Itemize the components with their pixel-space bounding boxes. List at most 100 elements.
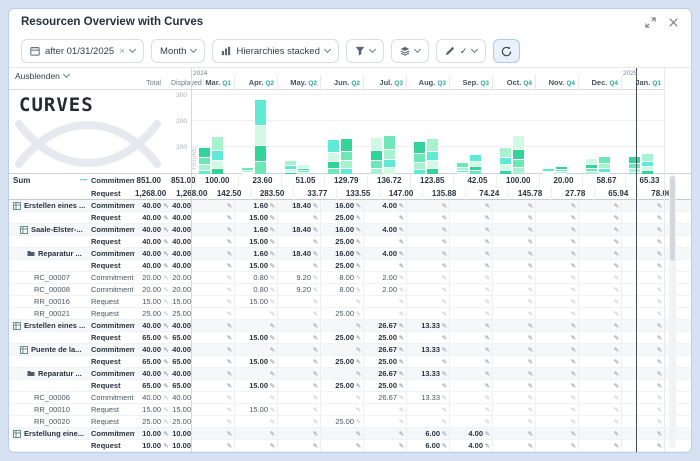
- month-cell[interactable]: ✎: [621, 236, 664, 247]
- pencil-icon[interactable]: ✎: [354, 202, 363, 210]
- pencil-icon[interactable]: ✎: [397, 262, 406, 270]
- displayed-cell[interactable]: 25.00: [171, 309, 191, 318]
- pencil-icon[interactable]: ✎: [397, 214, 406, 222]
- pencil-icon[interactable]: ✎: [526, 262, 535, 270]
- pencil-icon[interactable]: ✎: [569, 310, 578, 318]
- pencil-icon[interactable]: ✎: [655, 274, 664, 282]
- pencil-icon[interactable]: ✎: [526, 250, 535, 258]
- month-cell[interactable]: 13.33✎: [406, 344, 449, 355]
- pencil-icon[interactable]: ✎: [354, 442, 363, 450]
- month-cell[interactable]: ✎: [621, 260, 664, 271]
- pencil-icon[interactable]: ✎: [655, 418, 664, 426]
- pencil-icon[interactable]: ✎: [397, 286, 406, 294]
- pencil-icon[interactable]: ✎: [163, 239, 168, 246]
- month-cell[interactable]: ✎: [320, 428, 363, 439]
- pencil-icon[interactable]: ✎: [612, 250, 621, 258]
- pencil-icon[interactable]: ✎: [397, 298, 406, 306]
- month-cell[interactable]: 26.67✎: [363, 344, 406, 355]
- month-cell[interactable]: 18.40✎: [277, 224, 320, 235]
- pencil-icon[interactable]: ✎: [440, 274, 449, 282]
- pencil-icon[interactable]: ✎: [655, 298, 664, 306]
- pencil-icon[interactable]: ✎: [526, 406, 535, 414]
- month-cell[interactable]: ✎: [535, 320, 578, 331]
- row-label[interactable]: RR_00021: [9, 309, 91, 318]
- pencil-icon[interactable]: ✎: [440, 322, 449, 330]
- month-cell[interactable]: ✎: [449, 404, 492, 415]
- pencil-icon[interactable]: ✎: [397, 334, 406, 342]
- month-cell[interactable]: ✎: [191, 308, 234, 319]
- expand-icon[interactable]: [645, 17, 656, 28]
- pencil-icon[interactable]: ✎: [526, 334, 535, 342]
- displayed-cell[interactable]: 15.00: [171, 405, 191, 414]
- month-cell[interactable]: ✎: [277, 428, 320, 439]
- month-cell[interactable]: ✎: [320, 368, 363, 379]
- month-cell[interactable]: ✎: [535, 200, 578, 211]
- pencil-icon[interactable]: ✎: [440, 334, 449, 342]
- pencil-icon[interactable]: ✎: [311, 250, 320, 258]
- pencil-icon[interactable]: ✎: [440, 286, 449, 294]
- month-cell[interactable]: ✎: [320, 296, 363, 307]
- pencil-icon[interactable]: ✎: [311, 226, 320, 234]
- pencil-icon[interactable]: ✎: [483, 214, 492, 222]
- month-cell[interactable]: 25.00✎: [320, 356, 363, 367]
- pencil-icon[interactable]: ✎: [483, 226, 492, 234]
- pencil-icon[interactable]: ✎: [268, 226, 277, 234]
- month-cell[interactable]: ✎: [535, 224, 578, 235]
- pencil-icon[interactable]: ✎: [483, 346, 492, 354]
- pencil-icon[interactable]: ✎: [268, 418, 277, 426]
- pencil-icon[interactable]: ✎: [397, 274, 406, 282]
- pencil-icon[interactable]: ✎: [354, 382, 363, 390]
- month-cell[interactable]: 1.60✎: [234, 224, 277, 235]
- month-cell[interactable]: ✎: [578, 392, 621, 403]
- pencil-icon[interactable]: ✎: [655, 394, 664, 402]
- pencil-icon[interactable]: ✎: [225, 430, 234, 438]
- month-cell[interactable]: 25.00✎: [320, 236, 363, 247]
- month-cell[interactable]: ✎: [535, 284, 578, 295]
- pencil-icon[interactable]: ✎: [655, 226, 664, 234]
- pencil-icon[interactable]: ✎: [225, 274, 234, 282]
- pencil-icon[interactable]: ✎: [354, 322, 363, 330]
- pencil-icon[interactable]: ✎: [311, 214, 320, 222]
- pencil-icon[interactable]: ✎: [526, 430, 535, 438]
- month-cell[interactable]: ✎: [535, 332, 578, 343]
- pencil-icon[interactable]: ✎: [655, 334, 664, 342]
- month-cell[interactable]: ✎: [578, 368, 621, 379]
- pencil-icon[interactable]: ✎: [311, 358, 320, 366]
- pencil-icon[interactable]: ✎: [612, 334, 621, 342]
- pencil-icon[interactable]: ✎: [268, 274, 277, 282]
- pencil-icon[interactable]: ✎: [612, 226, 621, 234]
- month-cell[interactable]: 25.00✎: [320, 332, 363, 343]
- month-cell[interactable]: ✎: [535, 296, 578, 307]
- month-cell[interactable]: ✎: [492, 236, 535, 247]
- pencil-icon[interactable]: ✎: [655, 238, 664, 246]
- pencil-icon[interactable]: ✎: [311, 298, 320, 306]
- pencil-icon[interactable]: ✎: [483, 298, 492, 306]
- pencil-icon[interactable]: ✎: [569, 322, 578, 330]
- month-cell[interactable]: ✎: [320, 392, 363, 403]
- month-cell[interactable]: ✎: [492, 368, 535, 379]
- month-cell[interactable]: ✎: [621, 380, 664, 391]
- pencil-icon[interactable]: ✎: [397, 430, 406, 438]
- month-cell[interactable]: ✎: [234, 320, 277, 331]
- pencil-icon[interactable]: ✎: [397, 346, 406, 354]
- month-cell[interactable]: ✎: [191, 344, 234, 355]
- month-cell[interactable]: ✎: [320, 404, 363, 415]
- pencil-icon[interactable]: ✎: [526, 238, 535, 246]
- pencil-icon[interactable]: ✎: [526, 214, 535, 222]
- month-cell[interactable]: 13.33✎: [406, 368, 449, 379]
- month-cell[interactable]: ✎: [277, 416, 320, 427]
- displayed-cell[interactable]: 40.00: [171, 321, 191, 330]
- month-cell[interactable]: ✎: [191, 368, 234, 379]
- month-cell[interactable]: 15.00✎: [234, 260, 277, 271]
- refresh-button[interactable]: [493, 39, 520, 63]
- pencil-icon[interactable]: ✎: [225, 370, 234, 378]
- month-cell[interactable]: ✎: [578, 320, 621, 331]
- pencil-icon[interactable]: ✎: [655, 262, 664, 270]
- pencil-icon[interactable]: ✎: [612, 310, 621, 318]
- month-cell[interactable]: ✎: [191, 212, 234, 223]
- displayed-cell[interactable]: 15.00: [171, 297, 191, 306]
- row-label[interactable]: Puente de la...: [9, 345, 91, 354]
- pencil-icon[interactable]: ✎: [440, 214, 449, 222]
- pencil-icon[interactable]: ✎: [354, 430, 363, 438]
- pencil-icon[interactable]: ✎: [440, 298, 449, 306]
